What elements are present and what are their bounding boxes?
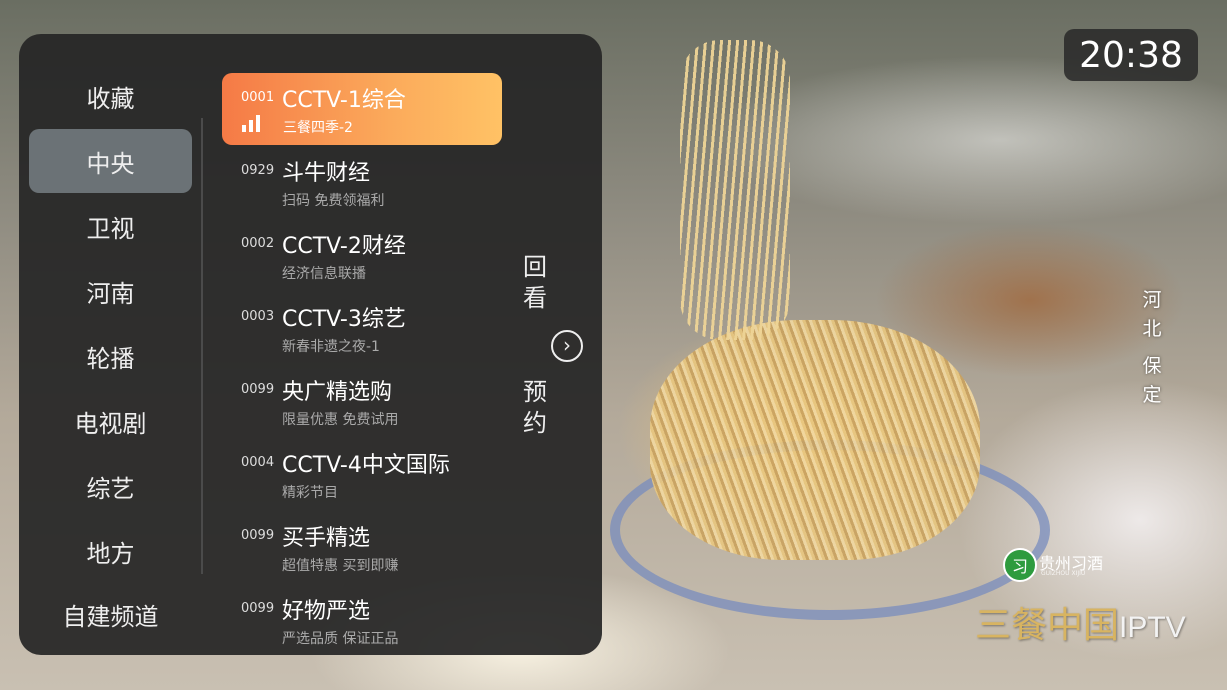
reserve-button[interactable]: 预约 xyxy=(519,377,551,439)
category-label: 中央 xyxy=(86,149,135,178)
category-favorites[interactable]: 收藏 xyxy=(29,64,192,128)
channel-name: CCTV-3综艺 xyxy=(282,307,406,332)
channel-item[interactable]: 0003 CCTV-3综艺 新春非遗之夜-1 xyxy=(222,292,502,364)
category-label: 自建频道 xyxy=(62,602,159,631)
channel-item[interactable]: 0004 CCTV-4中文国际 精彩节目 xyxy=(222,438,502,510)
chevron-right-circle-icon[interactable]: › xyxy=(551,330,583,362)
channel-name: CCTV-2财经 xyxy=(282,234,406,259)
channel-program: 精彩节目 xyxy=(282,485,338,501)
channel-number: 0099 xyxy=(241,528,275,543)
region-overlay: 河北 保定 xyxy=(1140,286,1164,410)
category-label: 收藏 xyxy=(86,84,135,113)
list-divider xyxy=(201,118,203,574)
clock: 20:38 xyxy=(1064,29,1198,81)
channel-program: 扫码 免费领福利 xyxy=(282,193,385,209)
category-henan[interactable]: 河南 xyxy=(29,259,192,323)
channel-watermark: 习 贵州习酒 GUIZHOU XIJIU 三餐中国IPTV xyxy=(975,540,1205,650)
show-logo: 三餐中国IPTV xyxy=(975,596,1186,648)
category-label: 河南 xyxy=(86,279,135,308)
channel-item[interactable]: 0002 CCTV-2财经 经济信息联播 xyxy=(222,219,502,291)
region-text: 河北 保定 xyxy=(1140,286,1164,410)
tv-screen: 20:38 河北保定 习 贵州习酒 GUIZHOU XIJIU 三餐中国IPTV… xyxy=(0,0,1227,690)
replay-button[interactable]: 回看 xyxy=(519,252,551,314)
category-variety[interactable]: 综艺 xyxy=(29,454,192,518)
channel-number: 0003 xyxy=(241,309,275,324)
category-central[interactable]: 中央 xyxy=(29,129,192,193)
background-noodle-strands xyxy=(680,40,790,340)
category-carousel[interactable]: 轮播 xyxy=(29,324,192,388)
channel-item-active[interactable]: 0001 CCTV-1综合 三餐四季-2 xyxy=(222,73,502,145)
channel-list-panel: 收藏 中央 卫视 河南 轮播 电视剧 综艺 地方 自建频道 0001 CCTV-… xyxy=(19,34,602,655)
channel-number: 0002 xyxy=(241,236,275,251)
channel-name: 斗牛财经 xyxy=(282,161,371,186)
category-list: 收藏 中央 卫视 河南 轮播 电视剧 综艺 地方 自建频道 xyxy=(19,34,202,655)
category-custom[interactable]: 自建频道 xyxy=(29,582,192,646)
channel-number: 0929 xyxy=(241,163,275,178)
channel-program: 三餐四季-2 xyxy=(283,120,353,136)
category-tv-drama[interactable]: 电视剧 xyxy=(29,389,192,453)
signal-bars-icon xyxy=(242,114,266,132)
channel-name: CCTV-1综合 xyxy=(282,88,406,113)
channel-program: 限量优惠 免费试用 xyxy=(282,412,399,428)
category-label: 综艺 xyxy=(86,474,135,503)
region-part: 河北 xyxy=(1142,289,1162,340)
category-label: 地方 xyxy=(86,539,135,568)
category-satellite[interactable]: 卫视 xyxy=(29,194,192,258)
channel-item[interactable]: 0099 好物严选 严选品质 保证正品 xyxy=(222,584,502,655)
category-label: 轮播 xyxy=(86,344,135,373)
channel-name: 买手精选 xyxy=(282,526,371,551)
channel-item[interactable]: 0929 斗牛财经 扫码 免费领福利 xyxy=(222,146,502,218)
channel-number: 0099 xyxy=(241,382,275,397)
channel-item[interactable]: 0099 买手精选 超值特惠 买到即赚 xyxy=(222,511,502,583)
sponsor-logo-icon: 习 xyxy=(1003,548,1037,582)
channel-number: 0004 xyxy=(241,455,275,470)
category-label: 卫视 xyxy=(86,214,135,243)
iptv-logo: IPTV xyxy=(1119,611,1186,644)
channel-name: 央广精选购 xyxy=(282,380,393,405)
channel-name: 好物严选 xyxy=(282,599,371,624)
category-label: 电视剧 xyxy=(74,409,147,438)
category-local[interactable]: 地方 xyxy=(29,519,192,583)
channel-program: 严选品质 保证正品 xyxy=(282,631,399,647)
channel-number: 0099 xyxy=(241,601,275,616)
channel-name: CCTV-4中文国际 xyxy=(282,453,450,478)
region-part: 保定 xyxy=(1142,355,1162,406)
channel-program: 经济信息联播 xyxy=(282,266,366,282)
channel-item[interactable]: 0099 央广精选购 限量优惠 免费试用 xyxy=(222,365,502,437)
channel-program: 新春非遗之夜-1 xyxy=(282,339,380,355)
show-title: 三餐中国 xyxy=(975,605,1120,646)
sponsor-brand-sub: GUIZHOU XIJIU xyxy=(1041,570,1086,577)
background-noodles xyxy=(650,320,980,560)
channel-program: 超值特惠 买到即赚 xyxy=(282,558,399,574)
channel-number: 0001 xyxy=(241,90,275,105)
